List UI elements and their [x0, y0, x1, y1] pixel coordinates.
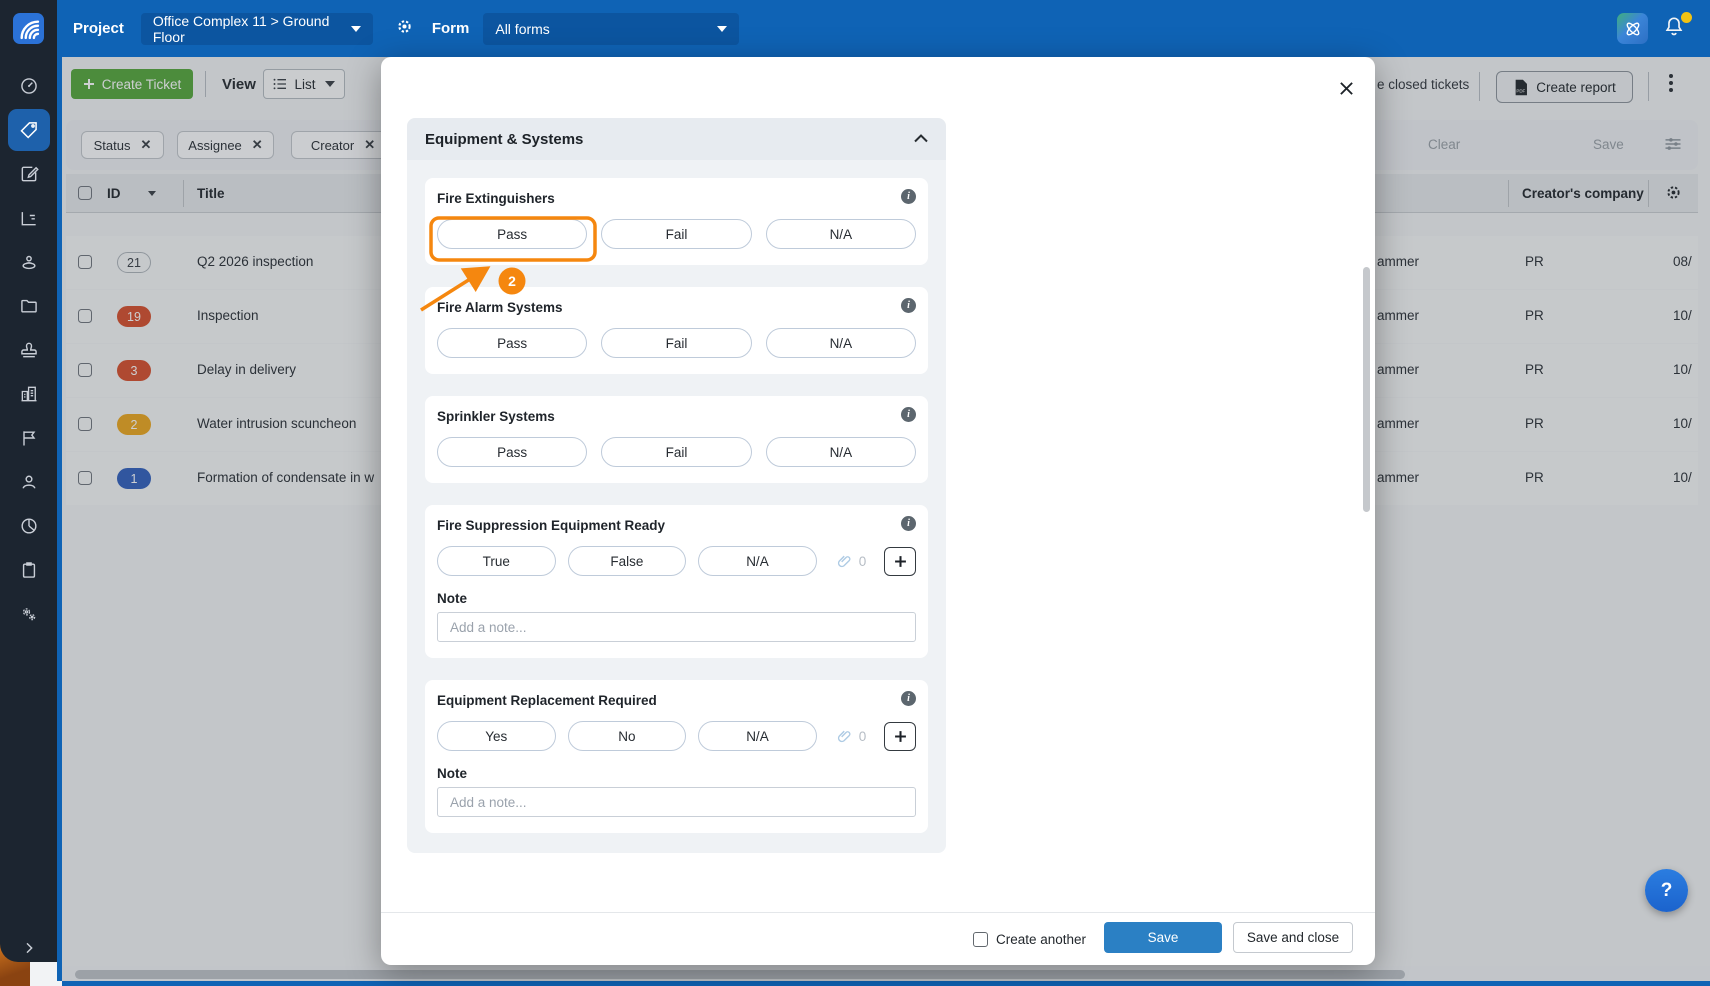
- sidebar-item-flags-icon[interactable]: [8, 416, 50, 460]
- option-na-button[interactable]: N/A: [766, 328, 916, 358]
- field-label: Fire Alarm Systems: [437, 300, 916, 315]
- sidebar-item-stamps-icon[interactable]: [8, 328, 50, 372]
- option-pass-button[interactable]: Pass: [437, 219, 587, 249]
- help-button[interactable]: ?: [1645, 869, 1688, 912]
- sidebar-item-reports-pie-icon[interactable]: [8, 504, 50, 548]
- sidebar-item-form-submissions-icon[interactable]: [8, 152, 50, 196]
- sidebar-item-user-location-icon[interactable]: [8, 240, 50, 284]
- footer-divider: [381, 912, 1375, 913]
- form-selector[interactable]: All forms: [483, 13, 739, 45]
- create-another-checkbox[interactable]: [973, 932, 988, 947]
- paperclip-icon: [838, 731, 849, 741]
- option-false-button[interactable]: False: [568, 546, 687, 576]
- sidebar-nav: [0, 64, 57, 636]
- sidebar-item-tickets-tag-icon[interactable]: [8, 109, 50, 151]
- attachments[interactable]: 0: [836, 728, 867, 745]
- field-equipment-replacement-required: Equipment Replacement Required i Yes No …: [425, 680, 928, 833]
- field-fire-extinguishers: Fire Extinguishers i Pass Fail N/A: [425, 178, 928, 265]
- sidebar-item-folders-icon[interactable]: [8, 284, 50, 328]
- info-icon[interactable]: i: [901, 691, 916, 706]
- info-icon[interactable]: i: [901, 298, 916, 313]
- option-fail-button[interactable]: Fail: [601, 219, 751, 249]
- note-label: Note: [437, 766, 916, 781]
- note-label: Note: [437, 591, 916, 606]
- sidebar-item-users-icon[interactable]: [8, 460, 50, 504]
- paperclip-icon: [838, 556, 849, 566]
- field-label: Fire Suppression Equipment Ready: [437, 518, 916, 533]
- info-icon[interactable]: i: [901, 189, 916, 204]
- option-na-button[interactable]: N/A: [698, 721, 817, 751]
- attachments-count: 0: [859, 729, 867, 744]
- section-body: Fire Extinguishers i Pass Fail N/A Fire …: [407, 160, 946, 853]
- sidebar-item-companies-icon[interactable]: [8, 372, 50, 416]
- options-row: Yes No N/A 0: [437, 721, 916, 751]
- form-label: Form: [432, 20, 470, 37]
- fluix-logo[interactable]: [13, 13, 44, 44]
- save-and-close-button[interactable]: Save and close: [1233, 922, 1353, 953]
- field-fire-alarm-systems: Fire Alarm Systems i Pass Fail N/A: [425, 287, 928, 374]
- options-row: Pass Fail N/A: [437, 328, 916, 358]
- section-header[interactable]: Equipment & Systems: [407, 118, 946, 160]
- options-row: Pass Fail N/A: [437, 437, 916, 467]
- project-label: Project: [73, 20, 124, 37]
- info-icon[interactable]: i: [901, 407, 916, 422]
- chevron-down-icon: [351, 26, 361, 32]
- option-na-button[interactable]: N/A: [698, 546, 817, 576]
- form-section-equipment-systems: Equipment & Systems Fire Extinguishers i…: [407, 118, 946, 853]
- expand-sidebar-chevron-icon[interactable]: [0, 940, 57, 956]
- note-input[interactable]: [437, 787, 916, 817]
- top-bar: Project Office Complex 11 > Ground Floor…: [57, 0, 1710, 57]
- sidebar-item-tasks-clipboard-icon[interactable]: [8, 548, 50, 592]
- info-icon[interactable]: i: [901, 516, 916, 531]
- form-selector-value: All forms: [495, 21, 549, 37]
- option-pass-button[interactable]: Pass: [437, 328, 587, 358]
- add-attachment-button[interactable]: [884, 547, 916, 576]
- project-selector[interactable]: Office Complex 11 > Ground Floor: [141, 13, 373, 45]
- create-ticket-modal: Equipment & Systems Fire Extinguishers i…: [381, 57, 1375, 965]
- field-sprinkler-systems: Sprinkler Systems i Pass Fail N/A: [425, 396, 928, 483]
- app-window: Project Office Complex 11 > Ground Floor…: [0, 0, 1710, 986]
- add-attachment-button[interactable]: [884, 722, 916, 751]
- bottom-accent-strip: [62, 981, 1710, 986]
- options-row: True False N/A 0: [437, 546, 916, 576]
- note-input[interactable]: [437, 612, 916, 642]
- option-no-button[interactable]: No: [568, 721, 687, 751]
- notification-badge-dot: [1681, 12, 1692, 23]
- option-pass-button[interactable]: Pass: [437, 437, 587, 467]
- close-icon[interactable]: [1333, 75, 1359, 101]
- option-na-button[interactable]: N/A: [766, 437, 916, 467]
- field-fire-suppression-ready: Fire Suppression Equipment Ready i True …: [425, 505, 928, 658]
- attachments[interactable]: 0: [836, 553, 867, 570]
- project-settings-gear-icon[interactable]: [395, 17, 414, 41]
- collapse-chevron-up-icon[interactable]: [914, 130, 928, 148]
- option-true-button[interactable]: True: [437, 546, 556, 576]
- save-button[interactable]: Save: [1104, 922, 1222, 953]
- section-title: Equipment & Systems: [425, 131, 583, 148]
- chevron-down-icon: [717, 26, 727, 32]
- option-yes-button[interactable]: Yes: [437, 721, 556, 751]
- option-na-button[interactable]: N/A: [766, 219, 916, 249]
- project-selector-value: Office Complex 11 > Ground Floor: [153, 13, 351, 45]
- app-switcher-icon[interactable]: [1617, 13, 1648, 44]
- option-fail-button[interactable]: Fail: [601, 328, 751, 358]
- horizontal-scrollbar-thumb[interactable]: [75, 970, 1405, 979]
- field-label: Fire Extinguishers: [437, 191, 916, 206]
- create-another-label: Create another: [996, 932, 1086, 947]
- option-fail-button[interactable]: Fail: [601, 437, 751, 467]
- field-label: Equipment Replacement Required: [437, 693, 916, 708]
- attachments-count: 0: [859, 554, 867, 569]
- horizontal-scrollbar[interactable]: [62, 966, 1710, 981]
- sidebar-item-settings-gears-icon[interactable]: [8, 592, 50, 636]
- field-label: Sprinkler Systems: [437, 409, 916, 424]
- sidebar-item-dashboard-icon[interactable]: [8, 64, 50, 108]
- modal-scrollbar-thumb[interactable]: [1363, 267, 1370, 512]
- sidebar-item-analytics-icon[interactable]: [8, 196, 50, 240]
- options-row: Pass Fail N/A: [437, 219, 916, 249]
- sidebar: [0, 0, 57, 962]
